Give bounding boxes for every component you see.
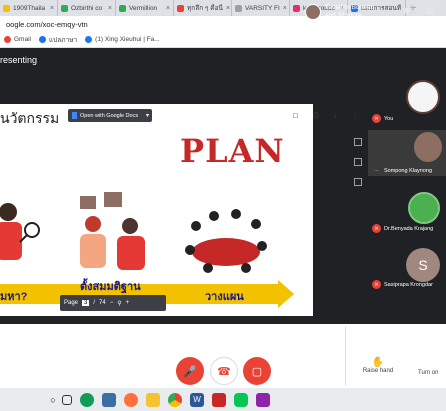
- browser-tab[interactable]: Ozbirthi co ×: [58, 0, 116, 16]
- end-call-button[interactable]: ☎: [210, 357, 238, 385]
- camera-toggle-button[interactable]: ▢: [243, 357, 271, 385]
- search-icon[interactable]: ○: [48, 395, 58, 405]
- page-number-input[interactable]: 3: [82, 300, 90, 306]
- chrome-icon[interactable]: [168, 392, 182, 407]
- bookmark-facebook[interactable]: (1) Xing Xieuhui | Fa...: [85, 36, 160, 43]
- avatar: [305, 4, 321, 20]
- print-icon[interactable]: ⎙: [313, 111, 319, 121]
- explorer-icon[interactable]: [102, 392, 116, 407]
- close-icon[interactable]: ×: [226, 5, 230, 12]
- participant-name: Dr.Benyada Krajang: [384, 226, 434, 232]
- mic-off-icon: ✕: [372, 114, 381, 123]
- app-icon[interactable]: [256, 392, 270, 407]
- panel-icon[interactable]: [354, 138, 362, 146]
- taskview-icon[interactable]: [62, 394, 72, 405]
- more-vert-icon[interactable]: ⋮: [351, 111, 359, 120]
- participant-tile[interactable]: ✕ Dr.Benyada Krajang: [368, 188, 446, 234]
- arrow-head: [278, 280, 294, 308]
- slide-heading: PLAN: [180, 132, 285, 170]
- chat-icon[interactable]: ▤: [426, 5, 435, 16]
- browser-tab[interactable]: 1909Thaila ×: [0, 0, 58, 16]
- camera-off-icon: ▢: [251, 365, 263, 378]
- zoom-icon[interactable]: ⚲: [117, 300, 121, 307]
- participant-chip[interactable]: Tanettrin Bunnag and 32 more: [305, 4, 374, 20]
- meet-top-bar: resenting: [0, 48, 446, 72]
- participant-chip-name: Tanettrin Bunnag: [325, 4, 375, 11]
- tab-favicon-icon: [293, 4, 300, 12]
- slide-title: นวัตกรรม: [0, 111, 60, 127]
- firefox-icon[interactable]: [124, 392, 138, 407]
- participant-name: Sasiprapa Krongdar: [384, 282, 433, 288]
- participant-tile[interactable]: ⋯ Sompong Klaynong: [368, 130, 446, 176]
- close-icon[interactable]: ×: [283, 5, 287, 12]
- tab-favicon-icon: [119, 4, 126, 12]
- band-word: ตั้งสมมติฐาน: [80, 281, 141, 293]
- browser-tab[interactable]: ทุกลึก ๆ คือนี ×: [174, 0, 232, 16]
- avatar: [406, 80, 440, 114]
- windows-taskbar: ○ W: [0, 388, 446, 411]
- download-icon[interactable]: ↓: [333, 111, 337, 120]
- participant-chip-more: and 32 more: [325, 12, 362, 19]
- folder-icon[interactable]: [146, 392, 160, 407]
- close-icon[interactable]: ×: [50, 5, 54, 12]
- url-text: oogle.com/xoc-emqy-vtn: [6, 19, 88, 29]
- close-icon[interactable]: ×: [166, 5, 170, 12]
- divider: [345, 326, 346, 386]
- more-icon: ⋯: [374, 167, 379, 174]
- participant-tile[interactable]: ✕ You: [368, 78, 446, 124]
- translate-icon: [38, 36, 46, 43]
- participant-tile[interactable]: S ✕ Sasiprapa Krongdar: [368, 244, 446, 290]
- tab-favicon-icon: [177, 4, 184, 12]
- mic-off-icon: ✕: [372, 224, 381, 233]
- gmail-icon: [4, 36, 11, 43]
- page-navigator: Page 3 / 74 − ⚲ +: [60, 295, 166, 311]
- turn-on-captions-button[interactable]: Turn on: [418, 370, 438, 376]
- bookmark-translate[interactable]: แปลภาษา: [38, 35, 77, 45]
- band-word: มหา?: [0, 291, 28, 303]
- photos-icon[interactable]: [212, 392, 226, 407]
- browser-tab-strip: 1909Thaila × Ozbirthi co × Vermillion × ทุก…: [0, 0, 446, 16]
- browser-tab[interactable]: VARSITY FI ×: [232, 0, 290, 16]
- participant-count-badge: 43: [411, 5, 418, 11]
- raise-hand-button[interactable]: ✋ Raise hand: [348, 357, 408, 374]
- participant-name: Sompong Klaynong: [384, 168, 433, 174]
- bookmark-gmail[interactable]: Gmail: [4, 36, 31, 43]
- participant-name: You: [384, 116, 394, 122]
- bookmarks-bar: Gmail แปลภาษา (1) Xing Xieuhui | Fa...: [0, 32, 446, 48]
- avatar: [414, 132, 442, 162]
- mic-off-icon: ✕: [372, 280, 381, 289]
- people-icon[interactable]: ☻43: [402, 5, 417, 15]
- line-icon[interactable]: [234, 392, 248, 407]
- edge-icon[interactable]: [80, 392, 94, 407]
- mic-off-icon: 🎤: [183, 365, 197, 378]
- tab-favicon-icon: [235, 4, 242, 12]
- open-with-google-docs-button[interactable]: Open with Google Docs ▾: [68, 109, 152, 122]
- phone-hangup-icon: ☎: [217, 365, 231, 378]
- address-bar[interactable]: oogle.com/xoc-emqy-vtn: [0, 16, 446, 32]
- mic-toggle-button[interactable]: 🎤: [176, 357, 204, 385]
- avatar: [408, 192, 440, 224]
- panel-icon[interactable]: [354, 178, 362, 186]
- zoom-out-icon[interactable]: −: [110, 300, 114, 306]
- hand-icon: ✋: [371, 357, 385, 368]
- zoom-in-icon[interactable]: +: [126, 300, 130, 306]
- docs-icon: [72, 112, 77, 119]
- facebook-icon: [85, 36, 93, 43]
- close-icon[interactable]: ×: [108, 5, 112, 12]
- browser-tab[interactable]: Vermillion ×: [116, 0, 174, 16]
- comment-icon[interactable]: □: [293, 111, 298, 120]
- avatar: S: [406, 248, 440, 282]
- word-icon[interactable]: W: [190, 392, 204, 407]
- tab-favicon-icon: [61, 4, 68, 12]
- chevron-down-icon[interactable]: ▾: [146, 112, 149, 119]
- panel-icon[interactable]: [354, 158, 362, 166]
- tab-favicon-icon: [3, 4, 10, 12]
- presenting-label: resenting: [0, 55, 38, 65]
- band-word: วางแผน: [205, 291, 244, 303]
